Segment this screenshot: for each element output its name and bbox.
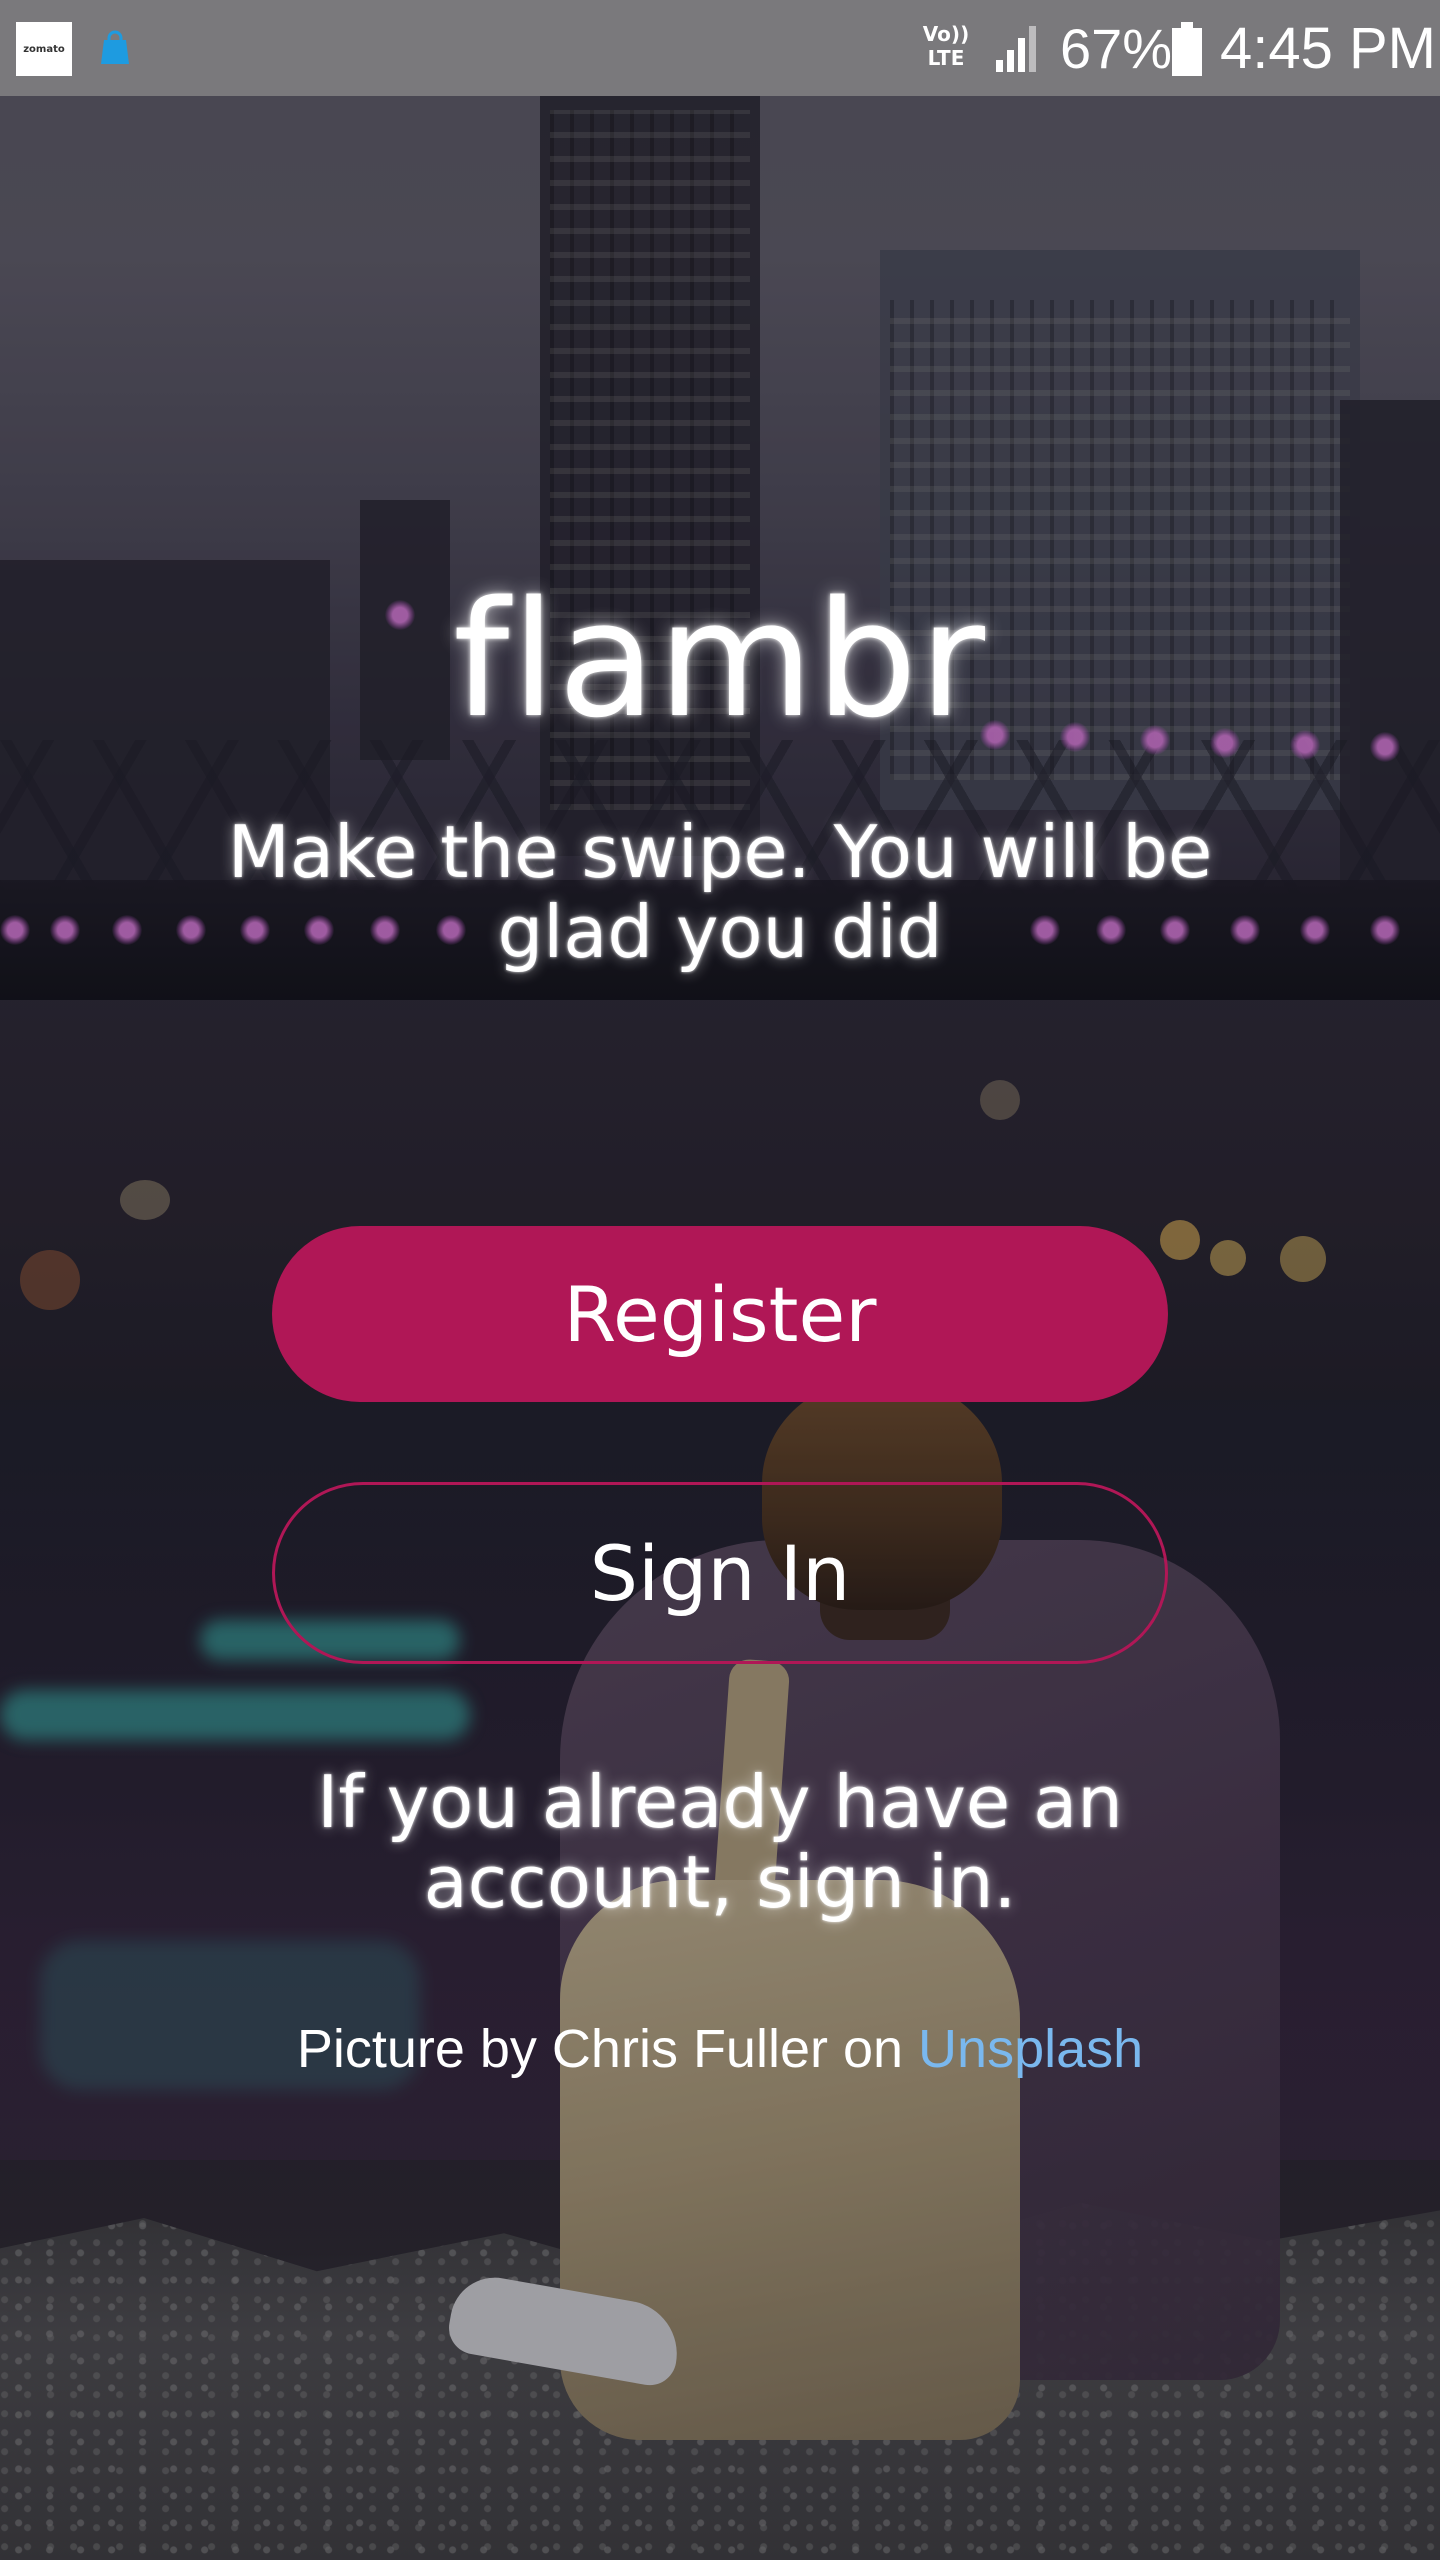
- tagline: Make the swipe. You will be glad you did: [227, 810, 1213, 974]
- zomato-icon-label: zomato: [23, 43, 65, 55]
- signal-icon: [996, 26, 1036, 72]
- sign-in-button[interactable]: Sign In: [272, 1482, 1168, 1664]
- volte-icon: Vo)) LTE: [922, 22, 970, 70]
- photo-credit: Picture by Chris Fuller on Unsplash: [0, 2016, 1440, 2082]
- shopping-bag-icon: [101, 30, 129, 64]
- battery-percent: 67%: [1060, 17, 1173, 80]
- zomato-app-icon: zomato: [16, 22, 72, 76]
- register-button-label: Register: [563, 1269, 877, 1359]
- unsplash-link[interactable]: Unsplash: [918, 2019, 1143, 2079]
- register-button[interactable]: Register: [272, 1226, 1168, 1402]
- photo-credit-text: Picture by Chris Fuller on: [296, 2019, 919, 2079]
- sign-in-hint: If you already have an account, sign in.: [317, 1760, 1123, 1924]
- battery-icon: [1172, 22, 1202, 76]
- sign-in-button-label: Sign In: [589, 1528, 851, 1618]
- status-bar: zomato Vo)) LTE 67% 4:45 PM: [0, 0, 1440, 96]
- screen: zomato Vo)) LTE 67% 4:45 PM flambr Make t…: [0, 0, 1440, 2560]
- clock: 4:45 PM: [1220, 16, 1436, 81]
- app-logo: flambr: [452, 566, 988, 753]
